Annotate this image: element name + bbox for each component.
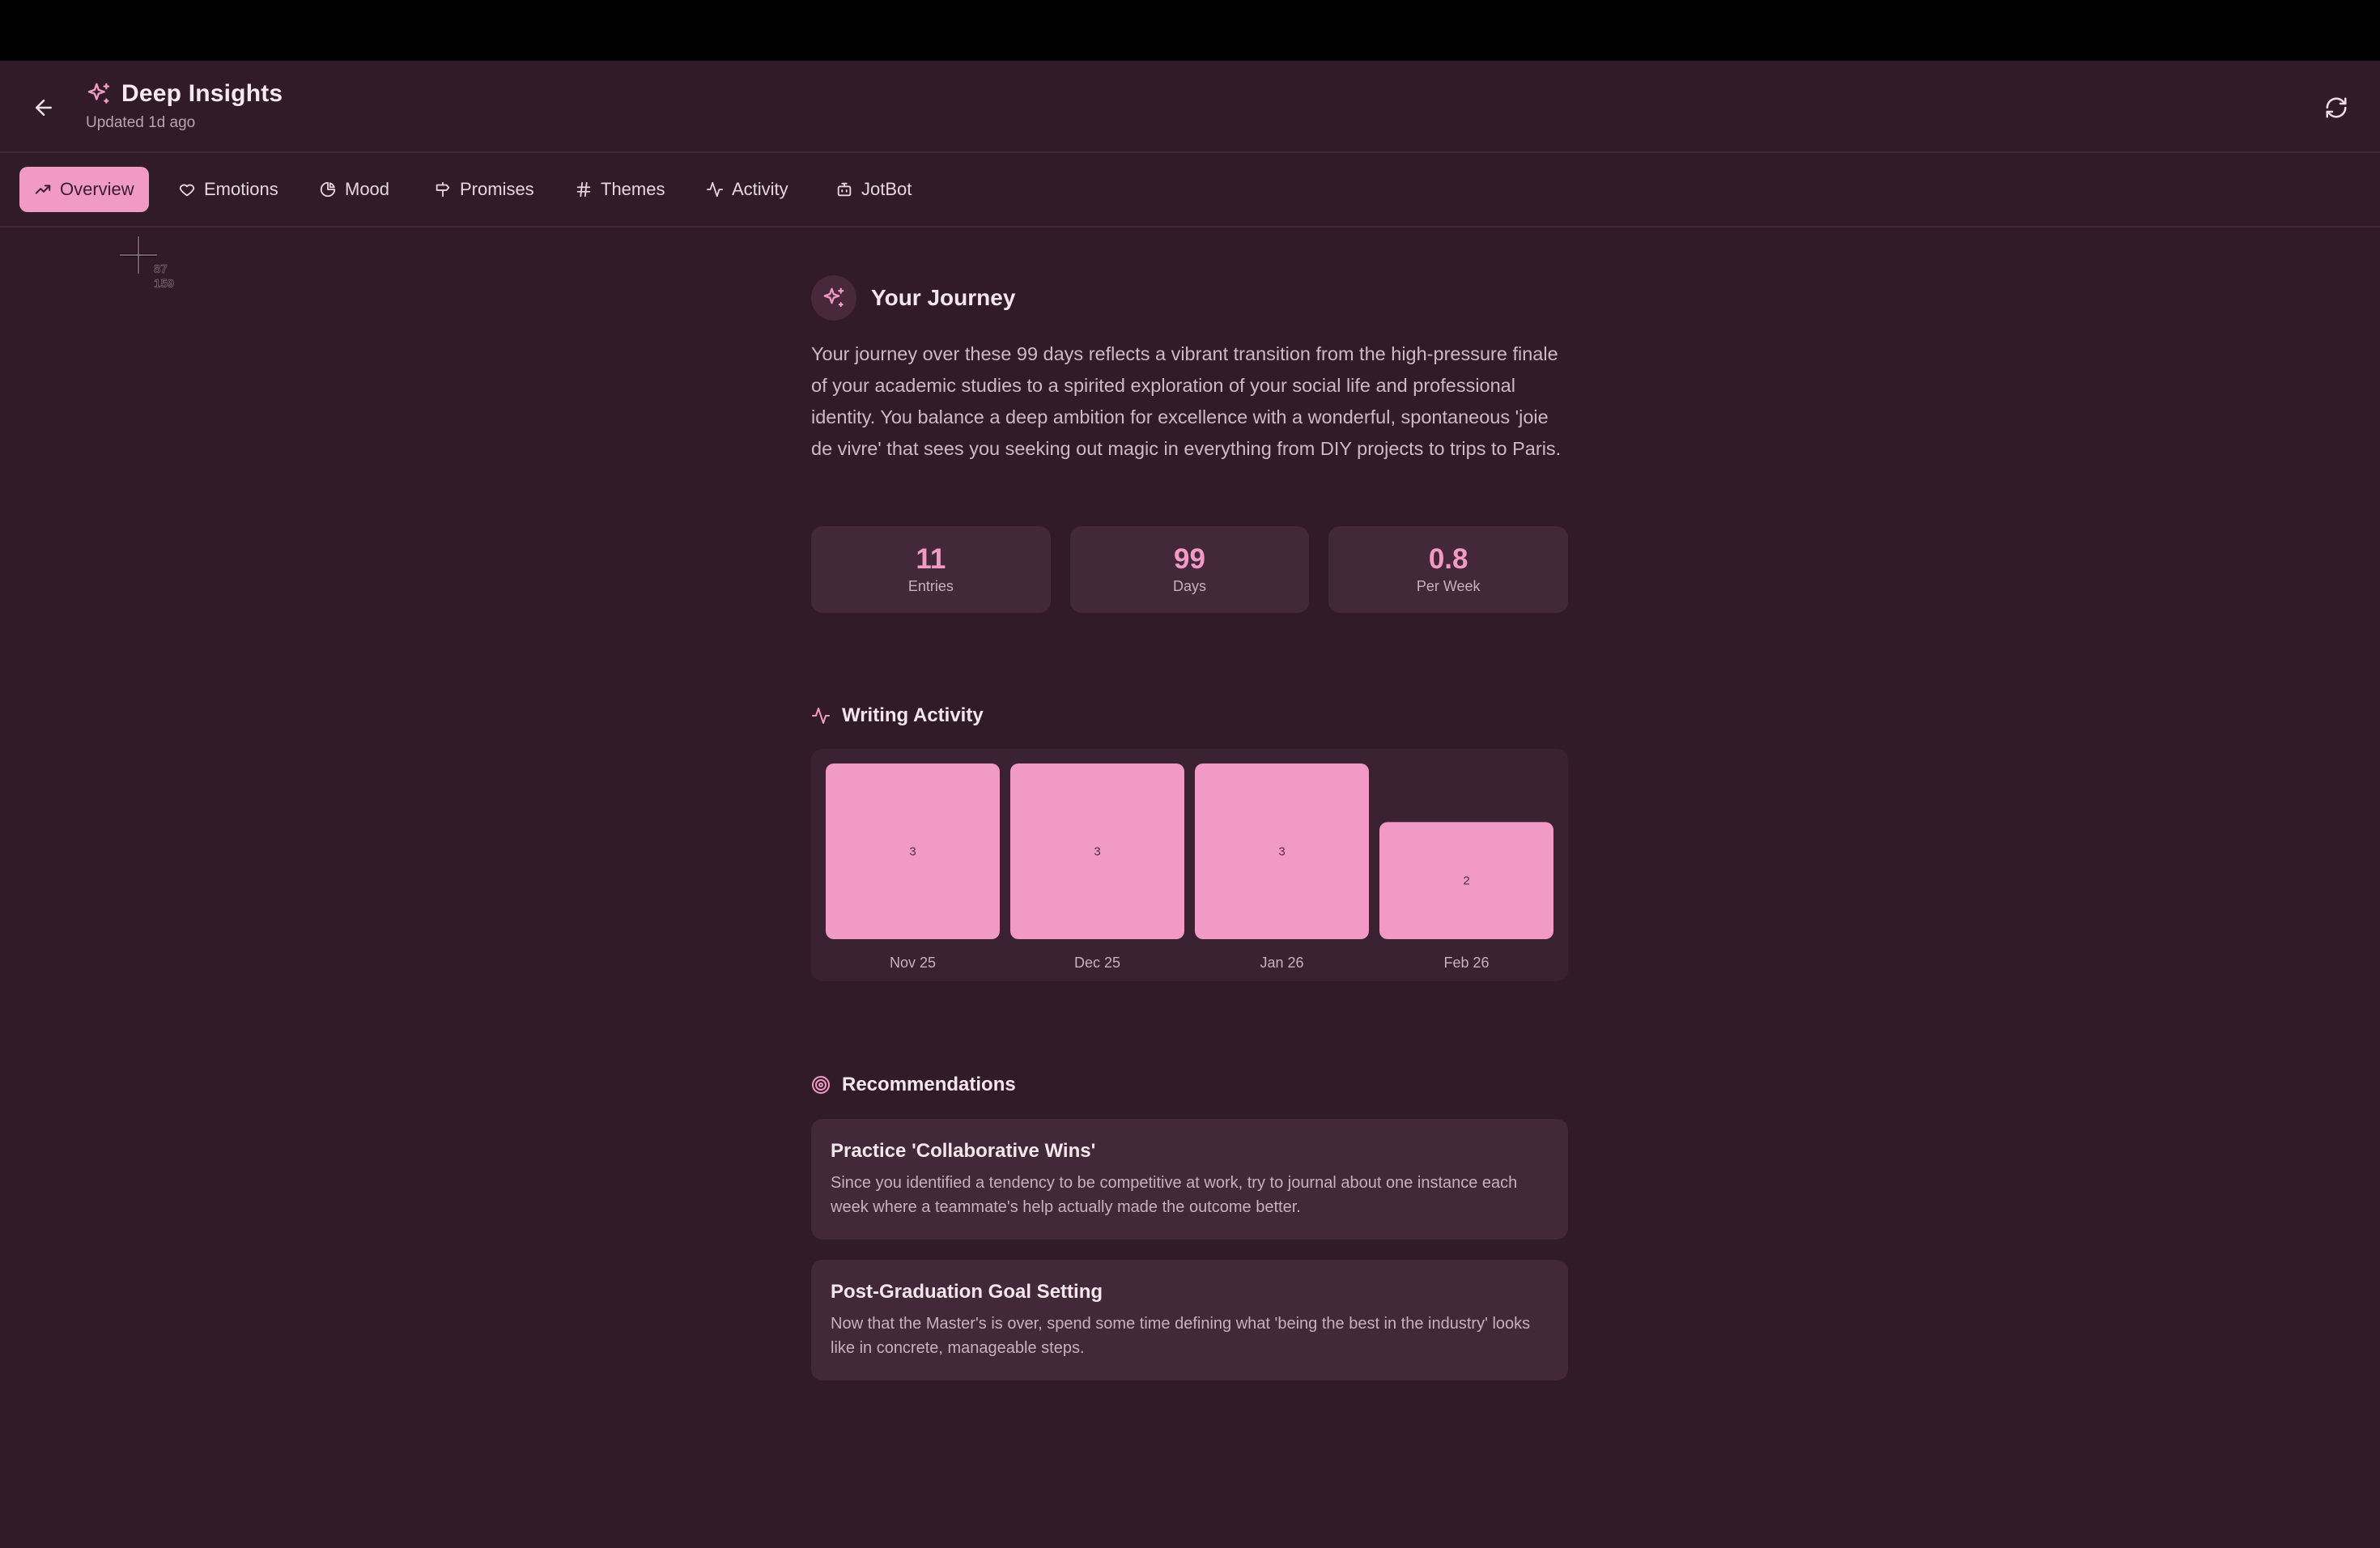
x-tick-label: Dec 25	[1074, 955, 1120, 971]
tab-label: Promises	[460, 179, 534, 199]
recommendation-card: Practice 'Collaborative Wins' Since you …	[811, 1119, 1568, 1240]
updated-timestamp: Updated 1d ago	[86, 114, 196, 131]
bar-chart: 3 Nov 25 3 Dec 25 3 Jan 26 2 Feb 26	[826, 763, 1553, 971]
tab-promises[interactable]: Promises	[419, 167, 549, 212]
tab-label: Overview	[60, 179, 134, 199]
heart-icon	[179, 184, 195, 197]
writing-activity-chart: 3 Nov 25 3 Dec 25 3 Jan 26 2 Feb 26	[811, 749, 1568, 981]
stat-entries: 11 Entries	[811, 526, 1051, 613]
stat-value: 99	[1174, 543, 1205, 575]
stat-per-week: 0.8 Per Week	[1328, 526, 1569, 613]
bar-value-label: 2	[1463, 874, 1469, 888]
recommendations-title: Recommendations	[842, 1074, 1016, 1095]
top-black-bar	[0, 0, 2380, 61]
trending-up-icon	[35, 185, 51, 194]
stat-value: 11	[916, 543, 946, 575]
cursor-x-readout: 87	[154, 262, 168, 277]
title-block: Deep Insights Updated 1d ago	[86, 80, 283, 132]
hash-icon	[576, 181, 591, 198]
target-icon	[812, 1076, 830, 1094]
x-tick-label: Jan 26	[1260, 955, 1303, 971]
tab-emotions[interactable]: Emotions	[164, 167, 293, 212]
journey-icon-badge	[811, 275, 856, 321]
recommendation-card: Post-Graduation Goal Setting Now that th…	[811, 1260, 1568, 1380]
tab-label: Activity	[732, 179, 788, 199]
refresh-icon	[2326, 97, 2347, 118]
cursor-y-readout: 159	[154, 277, 175, 291]
activity-icon	[812, 708, 830, 724]
tab-mood[interactable]: Mood	[304, 167, 404, 212]
stat-label: Days	[1173, 578, 1207, 594]
stat-label: Per Week	[1416, 578, 1481, 594]
stat-days: 99 Days	[1069, 526, 1310, 613]
stats-row: 11 Entries 99 Days 0.8 Per Week	[811, 526, 1569, 613]
tab-label: JotBot	[861, 179, 912, 199]
bar-value-label: 3	[1278, 845, 1285, 859]
stat-value: 0.8	[1428, 543, 1468, 575]
bot-icon	[837, 182, 852, 197]
recommendation-body: Since you identified a tendency to be co…	[831, 1174, 1518, 1216]
tab-themes[interactable]: Themes	[560, 167, 679, 212]
bar-value-label: 3	[909, 845, 916, 859]
journey-title: Your Journey	[871, 285, 1016, 310]
activity-icon	[706, 181, 724, 198]
pie-chart-icon	[320, 181, 336, 198]
tab-label: Mood	[345, 179, 390, 199]
journey-header: Your Journey	[811, 274, 1568, 322]
x-tick-label: Nov 25	[890, 955, 936, 971]
back-button[interactable]	[24, 88, 63, 127]
recommendation-body: Now that the Master's is over, spend som…	[831, 1315, 1531, 1357]
recommendation-title: Practice 'Collaborative Wins'	[831, 1140, 1096, 1162]
recommendation-title: Post-Graduation Goal Setting	[831, 1281, 1103, 1303]
crosshair-icon	[120, 236, 157, 274]
tab-overview[interactable]: Overview	[19, 167, 149, 212]
tab-label: Emotions	[204, 179, 278, 199]
signpost-icon	[436, 181, 450, 198]
arrow-left-icon	[36, 100, 52, 116]
refresh-button[interactable]	[2317, 88, 2356, 127]
x-tick-label: Feb 26	[1443, 955, 1489, 971]
crosshair-cursor: 87 159	[118, 235, 183, 300]
tab-label: Themes	[601, 179, 665, 199]
tab-jotbot[interactable]: JotBot	[821, 167, 926, 212]
writing-activity-title: Writing Activity	[842, 704, 984, 726]
stat-label: Entries	[907, 578, 954, 594]
recommendations-header: Recommendations	[811, 1070, 1568, 1099]
page-header: Deep Insights Updated 1d ago	[0, 61, 2380, 153]
sparkles-icon	[87, 83, 110, 104]
writing-activity-header: Writing Activity	[811, 701, 1568, 730]
bar-value-label: 3	[1094, 845, 1100, 859]
sparkles-icon	[823, 287, 844, 308]
journey-summary: Your journey over these 99 days reflects…	[811, 343, 1562, 459]
tab-activity[interactable]: Activity	[691, 167, 803, 212]
page-title: Deep Insights	[121, 80, 283, 107]
tab-bar: Overview Emotions Mood Promises Themes A…	[0, 153, 2380, 228]
